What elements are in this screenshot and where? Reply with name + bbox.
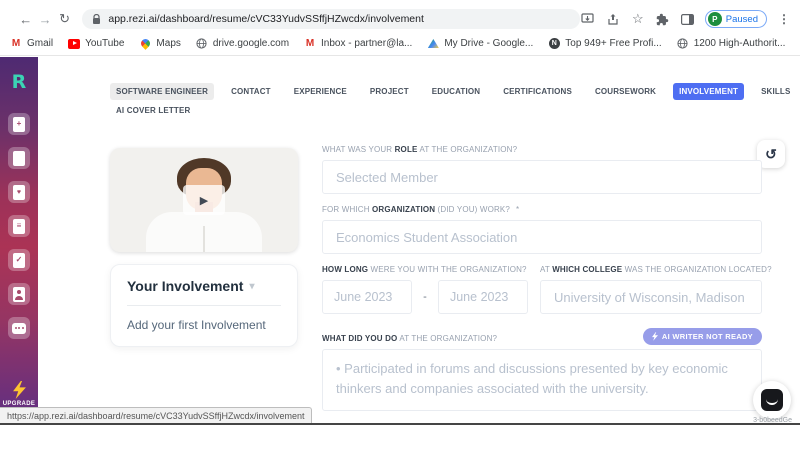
bookmark-1200-high[interactable]: 1200 High-Authorit... [677,38,786,50]
bookmark-gmail[interactable]: M Gmail [10,38,53,50]
role-label: WHAT WAS YOUR ROLE AT THE ORGANIZATION? [322,145,762,155]
bookmark-label: My Drive - Google... [444,38,533,49]
bookmarks-bar: M Gmail YouTube Maps drive.google.com M … [0,32,800,56]
ai-writer-button[interactable]: AI WRITER NOT READY [643,328,762,345]
start-date-input[interactable]: June 2023 [322,280,412,314]
tutorial-video-card[interactable]: ▶ [110,148,298,252]
tab-experience[interactable]: EXPERIENCE [288,83,353,100]
end-date-input[interactable]: June 2023 [438,280,528,314]
toolbar-actions: ☆ P Paused ⋮ [580,10,792,28]
document-check-icon[interactable]: ✓ [8,249,30,271]
url-text[interactable]: app.rezi.ai/dashboard/resume/cVC33YudvSS… [108,13,424,25]
link-preview-statusbar: https://app.rezi.ai/dashboard/resume/cVC… [0,407,312,423]
play-button[interactable]: ▶ [183,185,225,215]
chat-smiley-icon [761,389,783,411]
bookmark-label: Inbox - partner@la... [321,38,412,49]
app-sidebar: R + ♥ ≡ ✓ UPGRADE [0,57,38,423]
tab-contact[interactable]: CONTACT [225,83,277,100]
bolt-icon [652,332,658,341]
involvement-heading-label: Your Involvement [127,278,243,294]
site-icon: N [549,38,560,49]
chat-widget-button[interactable] [753,381,791,419]
tab-involvement[interactable]: INVOLVEMENT [673,83,744,100]
description-label: WHAT DID YOU DO AT THE ORGANIZATION? [322,334,497,344]
bookmark-maps[interactable]: Maps [139,38,180,50]
chat-bubble-icon[interactable] [8,317,30,339]
ai-writer-label: AI WRITER NOT READY [662,332,753,341]
chrome-menu-icon[interactable]: ⋮ [776,11,792,27]
profile-chip[interactable]: P Paused [705,10,767,28]
url-bar[interactable]: app.rezi.ai/dashboard/resume/cVC33YudvSS… [82,9,579,29]
sync-paused-label: Paused [726,14,758,25]
bookmark-star-icon[interactable]: ☆ [630,11,646,27]
globe-icon [196,38,208,50]
maps-pin-icon [139,37,152,50]
upgrade-button[interactable]: UPGRADE [0,381,38,407]
document-lines-icon[interactable]: ≡ [8,215,30,237]
document-plus-icon[interactable]: + [8,113,30,135]
drive-icon [428,39,439,48]
bookmark-label: Maps [156,38,180,49]
document-heart-icon[interactable]: ♥ [8,181,30,203]
organization-input[interactable]: Economics Student Association [322,220,762,254]
document-blank-icon[interactable] [8,147,30,169]
globe-icon [677,38,689,50]
back-icon[interactable]: ← [16,12,35,27]
extensions-puzzle-icon[interactable] [655,11,671,27]
gmail-icon: M [304,38,316,50]
chevron-down-icon: ▾ [249,281,254,292]
play-icon: ▶ [200,194,208,207]
involvement-heading[interactable]: Your Involvement ▾ [127,278,281,294]
date-range-separator: - [423,291,427,303]
role-input[interactable]: Selected Member [322,160,762,194]
rezi-app: R + ♥ ≡ ✓ UPGRADE SOFTWARE ENGINEER CONT… [0,57,800,423]
share-icon[interactable] [605,11,621,27]
section-tabs: SOFTWARE ENGINEER CONTACT EXPERIENCE PRO… [110,83,758,100]
tab-coursework[interactable]: COURSEWORK [589,83,662,100]
main-panel: SOFTWARE ENGINEER CONTACT EXPERIENCE PRO… [38,57,800,423]
browser-window: ← → ↻ app.rezi.ai/dashboard/resume/cVC33… [0,0,800,449]
bookmark-youtube[interactable]: YouTube [68,38,124,50]
bookmark-label: Top 949+ Free Profi... [565,38,661,49]
description-textarea[interactable]: • Participated in forums and discussions… [322,349,762,411]
document-user-icon[interactable] [8,283,30,305]
organization-label: FOR WHICH ORGANIZATION (DID YOU) WORK?* [322,205,762,215]
divider [127,305,281,306]
install-icon[interactable] [580,11,596,27]
youtube-icon [68,39,80,49]
bookmark-label: YouTube [85,38,124,49]
avatar: P [708,12,722,26]
section-tabs-row2: AI COVER LETTER [110,102,758,119]
involvement-list-card: Your Involvement ▾ Add your first Involv… [110,264,298,347]
college-label: AT WHICH COLLEGE WAS THE ORGANIZATION LO… [540,265,772,275]
tab-ai-cover-letter[interactable]: AI COVER LETTER [110,102,196,119]
lock-icon [92,14,101,25]
involvement-form: WHAT WAS YOUR ROLE AT THE ORGANIZATION? … [322,145,762,411]
duration-label: HOW LONG WERE YOU WITH THE ORGANIZATION? [322,265,528,275]
bookmark-my-drive[interactable]: My Drive - Google... [427,38,533,50]
history-icon: ↺ [765,146,777,163]
tab-skills[interactable]: SKILLS [755,83,796,100]
bookmark-label: drive.google.com [213,38,289,49]
bookmark-label: Gmail [27,38,53,49]
college-input[interactable]: University of Wisconsin, Madison [540,280,762,314]
rezi-logo[interactable]: R [8,71,30,93]
add-first-involvement-link[interactable]: Add your first Involvement [127,318,281,332]
window-bottom-edge [0,423,800,425]
required-asterisk: * [516,205,519,214]
gmail-icon: M [10,38,22,50]
bookmark-label: 1200 High-Authorit... [694,38,786,49]
browser-toolbar: ← → ↻ app.rezi.ai/dashboard/resume/cVC33… [0,6,800,32]
bookmark-drive-site[interactable]: drive.google.com [196,38,289,50]
tab-education[interactable]: EDUCATION [426,83,486,100]
bookmark-top949[interactable]: N Top 949+ Free Profi... [548,38,661,50]
reload-icon[interactable]: ↻ [55,11,74,27]
side-panel-icon[interactable] [680,11,696,27]
tab-certifications[interactable]: CERTIFICATIONS [497,83,578,100]
tab-project[interactable]: PROJECT [364,83,415,100]
bookmark-inbox[interactable]: M Inbox - partner@la... [304,38,412,50]
tab-software-engineer[interactable]: SOFTWARE ENGINEER [110,83,214,100]
forward-icon[interactable]: → [35,12,54,27]
upgrade-bolt-icon [13,381,26,399]
